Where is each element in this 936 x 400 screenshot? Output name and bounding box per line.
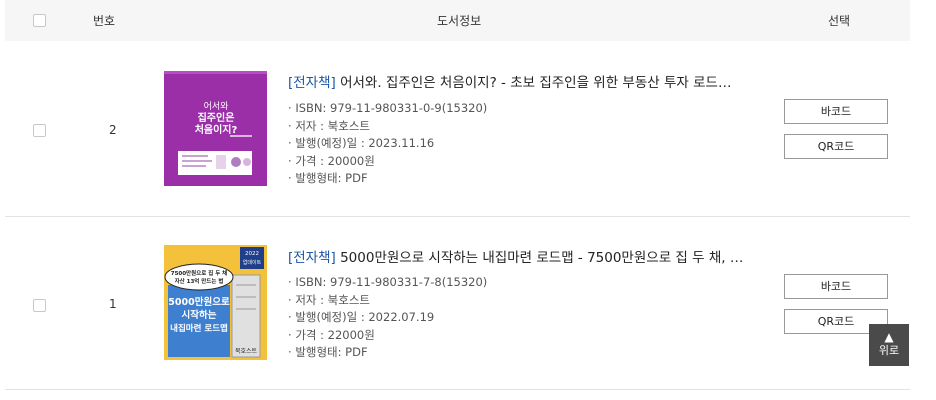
book-title-text: 어서와. 집주인은 처음이지? - 초보 집주인을 위한 부동산 투자 로드… <box>335 75 732 91</box>
book-cover[interactable]: 2022 업데이트 7500만원으로 집 두 채 자산 13억 만드는 법 50… <box>164 245 267 360</box>
book-price: 가격 : 22000원 <box>288 327 487 345</box>
cover-bubble-2: 자산 13억 만드는 법 <box>175 277 224 285</box>
scroll-top-label: 위로 <box>878 344 900 357</box>
book-pub-date: 발행(예정)일 : 2022.07.19 <box>288 309 487 327</box>
chevron-up-icon: ▲ <box>884 330 894 344</box>
book-cover-image: 2022 업데이트 7500만원으로 집 두 채 자산 13억 만드는 법 50… <box>164 245 267 360</box>
book-isbn: ISBN: 979-11-980331-0-9(15320) <box>288 100 487 118</box>
barcode-button[interactable]: 바코드 <box>784 274 888 299</box>
book-author: 저자 : 북호스트 <box>288 292 487 310</box>
cover-publisher: 북호스트 <box>235 348 258 355</box>
header-book-info: 도서정보 <box>437 14 482 28</box>
row-number: 1 <box>109 297 117 311</box>
header-number: 번호 <box>93 14 116 28</box>
cover-bubble-1: 7500만원으로 집 두 채 <box>171 269 227 277</box>
book-cover-image: 어서와 집주인은 처음이지? <box>164 71 267 186</box>
row-checkbox[interactable] <box>33 124 46 137</box>
book-title-text: 5000만원으로 시작하는 내집마련 로드맵 - 7500만원으로 집 두 채,… <box>335 250 744 266</box>
cover-title-2: 집주인은 <box>198 111 235 124</box>
header-select: 선택 <box>828 14 851 28</box>
cover-title-3: 처음이지? <box>195 123 238 136</box>
barcode-button[interactable]: 바코드 <box>784 99 888 124</box>
select-all-checkbox[interactable] <box>33 14 46 27</box>
cover-main-3: 내집마련 로드맵 <box>170 323 228 334</box>
book-meta: ISBN: 979-11-980331-0-9(15320) 저자 : 북호스트… <box>288 100 487 188</box>
ebook-tag: [전자책] <box>288 75 336 91</box>
table-header: 번호 도서정보 선택 <box>5 0 910 41</box>
book-price: 가격 : 20000원 <box>288 153 487 171</box>
book-format: 발행형태: PDF <box>288 344 487 362</box>
row-number: 2 <box>109 123 117 137</box>
cover-badge-year: 2022 <box>245 251 259 257</box>
qr-code-button[interactable]: QR코드 <box>784 134 888 159</box>
cover-badge-update: 업데이트 <box>243 259 262 266</box>
ebook-tag: [전자책] <box>288 250 336 266</box>
cover-main-2: 시작하는 <box>182 309 217 321</box>
book-title[interactable]: [전자책] 어서와. 집주인은 처음이지? - 초보 집주인을 위한 부동산 투… <box>288 71 763 91</box>
book-format: 발행형태: PDF <box>288 170 487 188</box>
scroll-top-button[interactable]: ▲ 위로 <box>869 324 909 366</box>
book-meta: ISBN: 979-11-980331-7-8(15320) 저자 : 북호스트… <box>288 274 487 362</box>
book-cover[interactable]: 어서와 집주인은 처음이지? <box>164 71 267 186</box>
book-author: 저자 : 북호스트 <box>288 118 487 136</box>
search-results-page: 번호 도서정보 선택 2 어서와 집주인은 처음이지? [전자책] 어서와. 집… <box>0 0 936 400</box>
cover-title-1: 어서와 <box>204 100 229 112</box>
table-row: 2 어서와 집주인은 처음이지? [전자책] 어서와. 집주인은 처음이지? -… <box>5 42 910 217</box>
cover-main-1: 5000만원으로 <box>168 296 230 308</box>
book-isbn: ISBN: 979-11-980331-7-8(15320) <box>288 274 487 292</box>
table-row: 1 2022 업데이트 7500만원으로 집 두 채 자산 13억 만드는 법 … <box>5 217 910 390</box>
book-pub-date: 발행(예정)일 : 2023.11.16 <box>288 135 487 153</box>
row-checkbox[interactable] <box>33 299 46 312</box>
book-title[interactable]: [전자책] 5000만원으로 시작하는 내집마련 로드맵 - 7500만원으로 … <box>288 246 763 266</box>
